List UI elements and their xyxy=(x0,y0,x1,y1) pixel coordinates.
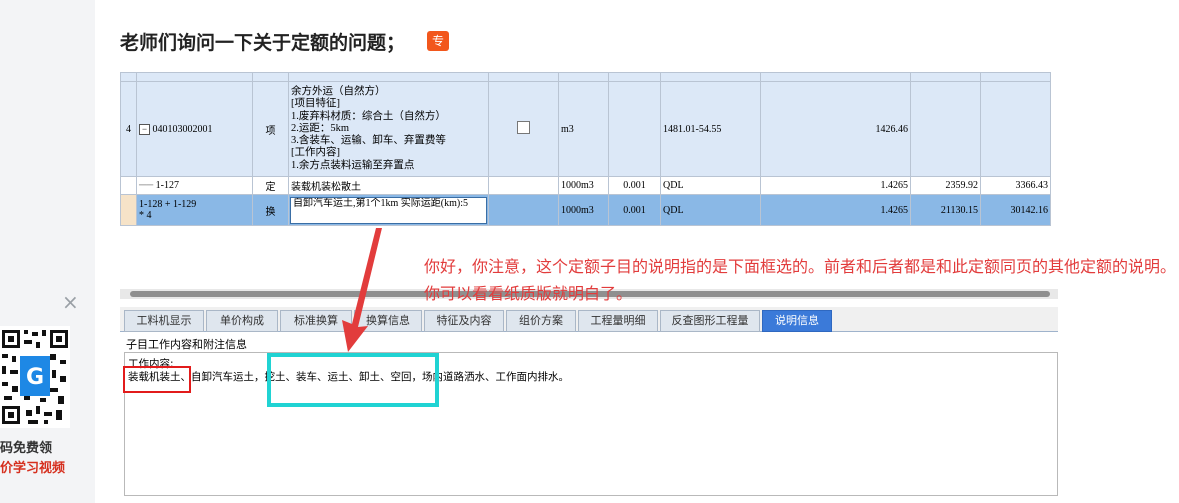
tab-features[interactable]: 特征及内容 xyxy=(424,310,504,332)
tab-bar: 工料机显示 单价构成 标准换算 换算信息 特征及内容 组价方案 工程量明细 反查… xyxy=(120,307,1058,332)
red-highlight-box xyxy=(123,366,191,393)
row-code: 1-128 + 1-129 xyxy=(139,199,197,210)
cyan-highlight-box xyxy=(267,353,439,407)
row-price: 21130.15 xyxy=(910,194,981,226)
row-index: 4 xyxy=(120,81,137,177)
row-category: 定 xyxy=(252,176,289,195)
row-description: 装载机装松散土 xyxy=(288,176,489,195)
detail-panel: 工料机显示 单价构成 标准换算 换算信息 特征及内容 组价方案 工程量明细 反查… xyxy=(120,289,1058,497)
close-icon[interactable]: × xyxy=(62,290,79,314)
tab-labor-material[interactable]: 工料机显示 xyxy=(124,310,204,332)
table-row-selected[interactable]: 1-128 + 1-129 * 4 换 自卸汽车运土,第1个1km 实际运距(k… xyxy=(120,194,1051,226)
row-code: 1-127 xyxy=(155,180,180,191)
row-ratio: 0.001 xyxy=(608,176,661,195)
table-row[interactable]: 4 − 040103002001 项 余方外运（自然方） [项目特征] 1.废弃… xyxy=(120,81,1051,177)
annotation-text: 你好，你注意，这个定额子目的说明指的是下面框选的。前者和后者都是和此定额同页的其… xyxy=(424,257,1177,303)
row-code: * 4 xyxy=(139,210,152,221)
quota-table: 4 − 040103002001 项 余方外运（自然方） [项目特征] 1.废弃… xyxy=(120,72,1051,226)
row-total: 3366.43 xyxy=(980,176,1051,195)
row-code: 040103002001 xyxy=(152,123,213,135)
ad-text-video: 价学习视频 xyxy=(0,461,66,476)
row-category: 项 xyxy=(252,81,289,177)
row-price xyxy=(910,81,981,177)
row-qty: 1.4265 xyxy=(760,176,911,195)
tab-quantity-detail[interactable]: 工程量明细 xyxy=(578,310,658,332)
row-code-cell: ── 1-127 xyxy=(136,176,253,195)
row-qty: 1.4265 xyxy=(760,194,911,226)
description-edit-input[interactable]: 自卸汽车运土,第1个1km 实际运距(km):5 xyxy=(290,196,487,224)
tab-description-info[interactable]: 说明信息 xyxy=(762,310,832,332)
desc-line: 1.废弃料材质：综合土（自然方） xyxy=(291,110,446,122)
row-qty-expr: QDL xyxy=(660,176,761,195)
desc-line: 2.运距：5km xyxy=(291,122,350,134)
row-unit: 1000m3 xyxy=(558,176,609,195)
row-description-editor[interactable]: 自卸汽车运土,第1个1km 实际运距(km):5 xyxy=(288,194,489,226)
row-total: 30142.16 xyxy=(980,194,1051,226)
row-code-cell[interactable]: − 040103002001 xyxy=(136,81,253,177)
left-sidebar-ad: × G 码免费领 价学习视频 xyxy=(0,0,95,503)
annotation-arrow xyxy=(342,228,382,352)
desc-line: [工作内容] xyxy=(291,147,340,159)
svg-text:G: G xyxy=(26,365,44,390)
row-qty: 1426.46 xyxy=(760,81,911,177)
ad-text-free: 码免费领 xyxy=(0,441,53,456)
qr-code-image: G xyxy=(0,326,70,428)
table-row xyxy=(120,72,1051,82)
desc-line: 余方外运（自然方） xyxy=(291,86,386,98)
row-description: 余方外运（自然方） [项目特征] 1.废弃料材质：综合土（自然方） 2.运距：5… xyxy=(288,81,489,177)
row-price: 2359.92 xyxy=(910,176,981,195)
checkbox[interactable] xyxy=(517,121,530,134)
row-code-cell: 1-128 + 1-129 * 4 xyxy=(136,194,253,226)
tab-reverse-lookup[interactable]: 反查图形工程量 xyxy=(660,310,760,332)
desc-line: 3.含装车、运输、卸车、弃置费等 xyxy=(291,135,446,147)
row-qty-expr: QDL xyxy=(660,194,761,226)
desc-line: [项目特征] xyxy=(291,98,340,110)
row-category: 换 xyxy=(252,194,289,226)
row-ratio xyxy=(608,81,661,177)
row-unit: 1000m3 xyxy=(558,194,609,226)
desc-line: 1.余方点装料运输至弃置点 xyxy=(291,159,415,171)
badge-zhuan[interactable]: 专 xyxy=(427,31,449,51)
row-ratio: 0.001 xyxy=(608,194,661,226)
tab-unit-price[interactable]: 单价构成 xyxy=(206,310,278,332)
row-checkbox-cell[interactable] xyxy=(488,81,559,177)
collapse-icon[interactable]: − xyxy=(139,123,150,135)
tab-pricing-plan[interactable]: 组价方案 xyxy=(506,310,576,332)
table-row[interactable]: ── 1-127 定 装载机装松散土 1000m3 0.001 QDL 1.42… xyxy=(120,176,1051,195)
post-title: 老师们询问一下关于定额的问题； xyxy=(120,32,406,54)
panel-subtitle: 子目工作内容和附注信息 xyxy=(126,338,247,351)
row-total xyxy=(980,81,1051,177)
row-qty-expr: 1481.01-54.55 xyxy=(660,81,761,177)
row-unit: m3 xyxy=(558,81,609,177)
